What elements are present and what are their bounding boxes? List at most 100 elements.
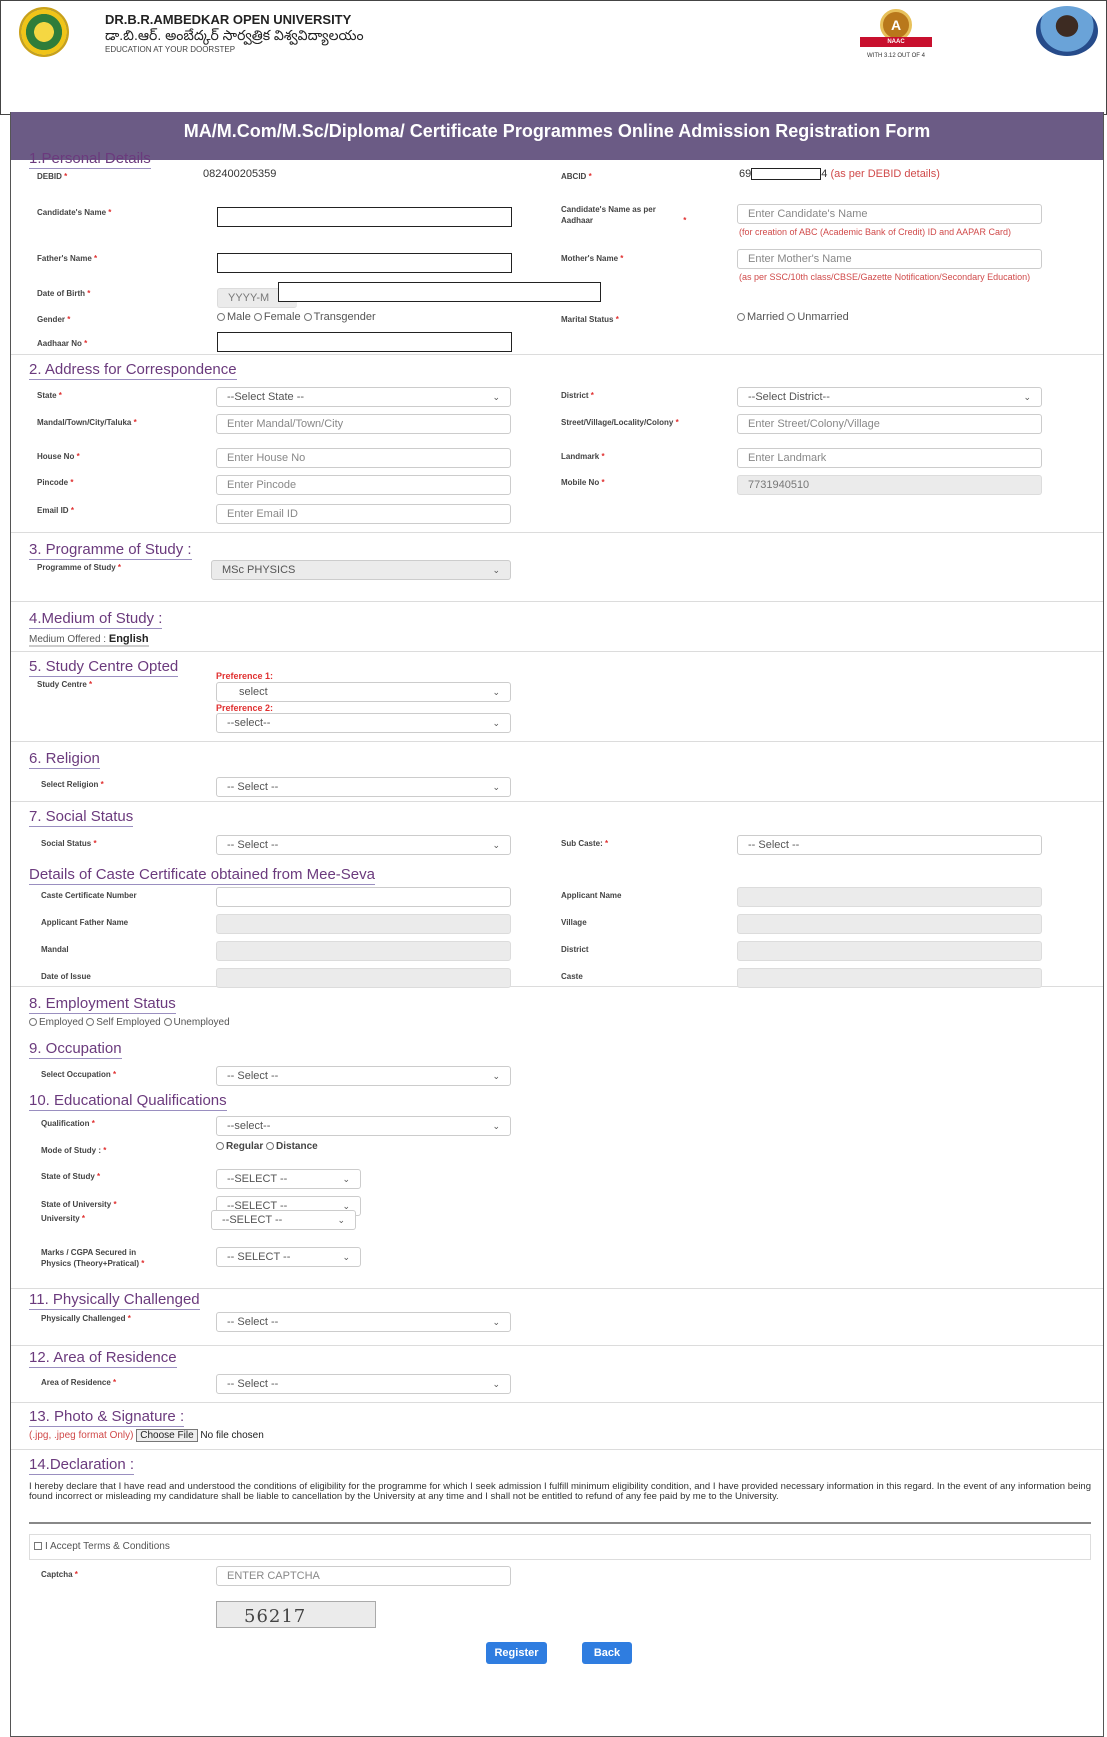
radio-icon[interactable]: [163, 1017, 172, 1026]
university-logo-icon: [19, 7, 69, 57]
mobile-label: Mobile No *: [561, 478, 605, 487]
mother-name-note: (as per SSC/10th class/CBSE/Gazette Noti…: [739, 272, 1031, 282]
residence-label: Area of Residence *: [41, 1378, 117, 1387]
programme-select[interactable]: MSc PHYSICS ⌄: [211, 560, 511, 580]
chevron-down-icon: ⌄: [342, 1252, 350, 1262]
gender-radio-group[interactable]: Male Female Transgender: [217, 311, 376, 323]
aadhaar-label: Aadhaar No *: [37, 339, 88, 348]
state-of-study-select[interactable]: --SELECT -- ⌄: [216, 1169, 361, 1189]
applicant-name-field: [737, 887, 1042, 907]
section-residence: 12. Area of Residence Area of Residence …: [11, 1346, 1103, 1403]
social-status-select[interactable]: -- Select -- ⌄: [216, 835, 511, 855]
section-title: 1.Personal Details: [29, 150, 151, 169]
chevron-down-icon: ⌄: [492, 392, 500, 402]
section-personal-details: 1.Personal Details DEBID * 082400205359 …: [11, 148, 1103, 355]
marks-select[interactable]: -- SELECT -- ⌄: [216, 1247, 361, 1267]
qualification-label: Qualification *: [41, 1119, 95, 1128]
ambedkar-portrait-icon: [1036, 6, 1098, 56]
mandal-cert-label: Mandal: [41, 945, 69, 954]
captcha-input[interactable]: ENTER CAPTCHA: [216, 1566, 511, 1586]
mode-radio-group[interactable]: Regular Distance: [216, 1141, 318, 1152]
mother-name-input[interactable]: Enter Mother's Name: [737, 249, 1042, 269]
chevron-down-icon: ⌄: [492, 782, 500, 792]
mobile-input[interactable]: 7731940510: [737, 475, 1042, 495]
physically-challenged-select[interactable]: -- Select -- ⌄: [216, 1312, 511, 1332]
occupation-select[interactable]: -- Select -- ⌄: [216, 1066, 511, 1086]
house-no-input[interactable]: Enter House No: [216, 448, 511, 468]
register-button[interactable]: Register: [486, 1642, 547, 1664]
site-header: DR.B.R.AMBEDKAR OPEN UNIVERSITY డా.బి.ఆర…: [0, 0, 1107, 115]
university-tagline: EDUCATION AT YOUR DOORSTEP: [105, 45, 236, 54]
photo-format-hint: (.jpg, .jpeg format Only): [29, 1430, 134, 1441]
email-label: Email ID *: [37, 506, 74, 515]
preference-1-label: Preference 1:: [216, 671, 274, 681]
residence-select[interactable]: -- Select -- ⌄: [216, 1374, 511, 1394]
radio-icon[interactable]: [737, 312, 745, 321]
qualification-select[interactable]: --select-- ⌄: [216, 1116, 511, 1136]
state-select[interactable]: --Select State -- ⌄: [216, 387, 511, 407]
section-caste-certificate: Details of Caste Certificate obtained fr…: [11, 860, 1103, 988]
district-select[interactable]: --Select District-- ⌄: [737, 387, 1042, 407]
preference-2-select[interactable]: --select-- ⌄: [216, 713, 511, 733]
caste-label: Caste: [561, 972, 583, 981]
preference-1-select[interactable]: select ⌄: [216, 682, 511, 702]
candidate-aadhaar-name-input[interactable]: Enter Candidate's Name: [737, 204, 1042, 224]
file-status: No file chosen: [200, 1430, 264, 1441]
district-cert-label: District: [561, 945, 589, 954]
caste-field: [737, 968, 1042, 988]
candidate-aadhaar-note: (for creation of ABC (Academic Bank of C…: [739, 227, 1011, 237]
candidate-name-label: Candidate's Name *: [37, 208, 112, 217]
applicant-father-label: Applicant Father Name: [41, 918, 129, 927]
sub-caste-label: Sub Caste: *: [561, 839, 609, 848]
checkbox-icon[interactable]: [34, 1542, 42, 1551]
back-button[interactable]: Back: [582, 1642, 632, 1664]
marital-radio-group[interactable]: Married Unmarried: [737, 311, 849, 323]
choose-file-button[interactable]: Choose File: [136, 1429, 198, 1442]
radio-icon[interactable]: [303, 312, 312, 321]
employment-radio-group[interactable]: Employed Self Employed Unemployed: [29, 1017, 230, 1028]
radio-icon[interactable]: [86, 1017, 95, 1026]
debid-value: 082400205359: [203, 168, 277, 180]
issue-date-label: Date of Issue: [41, 972, 91, 981]
section-title: 10. Educational Qualifications: [29, 1092, 227, 1111]
caste-cert-number-input[interactable]: [216, 887, 511, 907]
radio-icon[interactable]: [266, 1141, 275, 1150]
section-title: 3. Programme of Study :: [29, 541, 192, 560]
mandal-label: Mandal/Town/City/Taluka *: [37, 418, 137, 427]
mother-name-label: Mother's Name *: [561, 254, 624, 263]
naac-ribbon: NAAC: [860, 37, 932, 47]
pincode-input[interactable]: Enter Pincode: [216, 475, 511, 495]
candidate-name-input[interactable]: [217, 207, 512, 227]
accept-terms-checkbox[interactable]: I Accept Terms & Conditions: [34, 1541, 170, 1552]
state-of-study-label: State of Study *: [41, 1172, 101, 1181]
district-cert-field: [737, 941, 1042, 961]
father-name-input[interactable]: [217, 253, 512, 273]
university-select[interactable]: --SELECT -- ⌄: [211, 1210, 356, 1230]
captcha-image: 56217: [216, 1601, 376, 1628]
sub-caste-input[interactable]: -- Select --: [737, 835, 1042, 855]
radio-icon[interactable]: [787, 312, 796, 321]
aadhaar-input[interactable]: [217, 332, 512, 352]
marital-status-label: Marital Status *: [561, 315, 619, 324]
declaration-text: I hereby declare that I have read and un…: [29, 1481, 1091, 1502]
section-occupation: 9. Occupation Select Occupation * -- Sel…: [11, 1037, 1103, 1092]
section-declaration: 14.Declaration : I hereby declare that I…: [11, 1450, 1103, 1530]
religion-select[interactable]: -- Select -- ⌄: [216, 777, 511, 797]
chevron-down-icon: ⌄: [342, 1174, 350, 1184]
section-social-status: 7. Social Status Social Status * -- Sele…: [11, 802, 1103, 860]
radio-icon[interactable]: [29, 1017, 37, 1026]
village-field: [737, 914, 1042, 934]
naac-text: WITH 3.12 OUT OF 4: [867, 53, 925, 59]
radio-icon[interactable]: [217, 312, 225, 321]
section-photo: 13. Photo & Signature : (.jpg, .jpeg for…: [11, 1403, 1103, 1450]
landmark-input[interactable]: Enter Landmark: [737, 448, 1042, 468]
street-input[interactable]: Enter Street/Colony/Village: [737, 414, 1042, 434]
mandal-input[interactable]: Enter Mandal/Town/City: [216, 414, 511, 434]
state-label: State *: [37, 391, 62, 400]
medium-offered: Medium Offered : English: [29, 633, 149, 647]
accept-terms-row: I Accept Terms & Conditions: [29, 1534, 1091, 1560]
radio-icon[interactable]: [216, 1141, 224, 1150]
radio-icon[interactable]: [253, 312, 262, 321]
district-label: District *: [561, 391, 594, 400]
email-input[interactable]: Enter Email ID: [216, 504, 511, 524]
